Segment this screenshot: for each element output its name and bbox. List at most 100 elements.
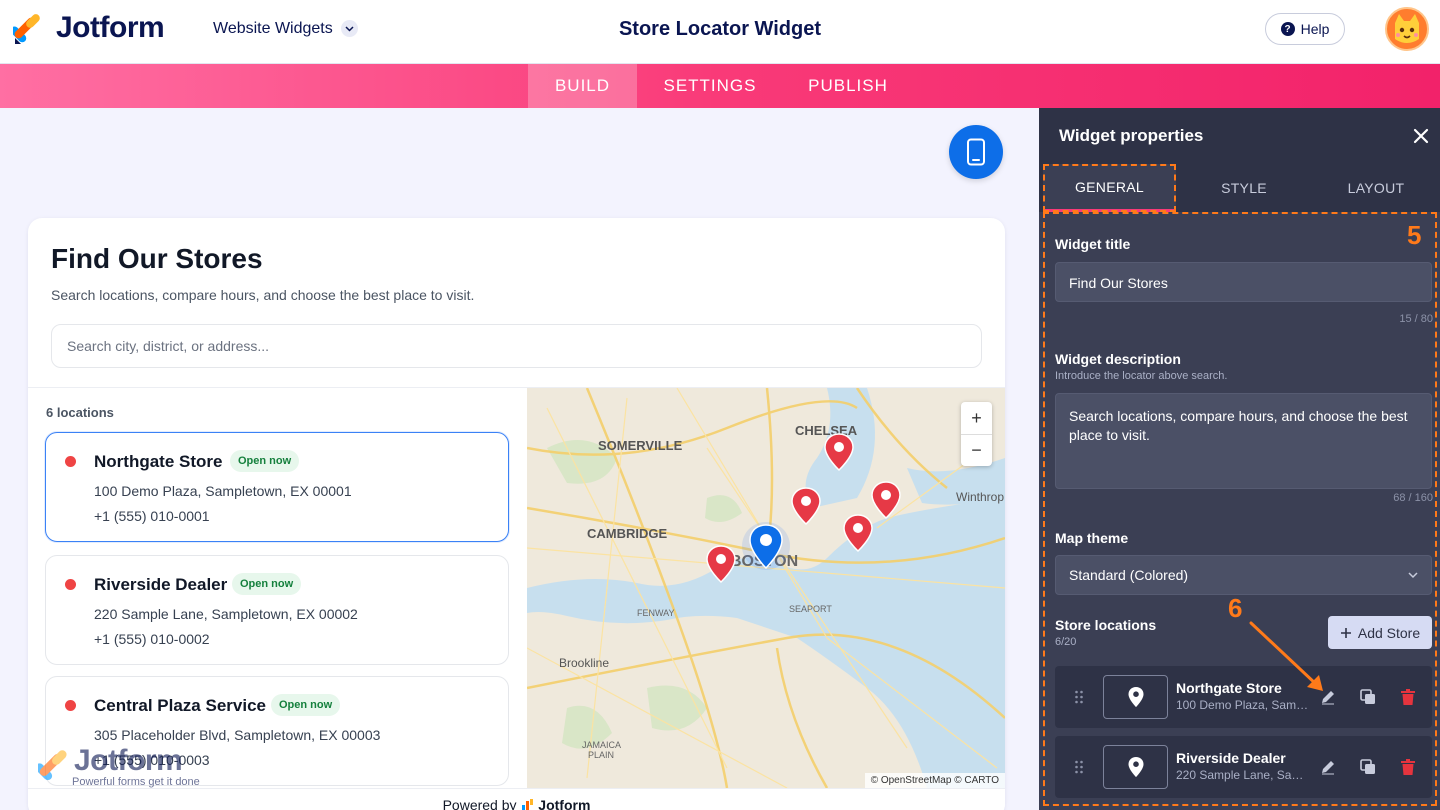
watermark-brand: Jotform bbox=[74, 744, 183, 777]
widget-description: Search locations, compare hours, and cho… bbox=[51, 287, 475, 303]
powered-by[interactable]: Powered by Jotform bbox=[28, 788, 1005, 810]
help-button[interactable]: ? Help bbox=[1265, 13, 1345, 45]
store-address: 100 Demo Plaza, Sampletown, EX 00001 bbox=[94, 483, 352, 499]
locations-count: 6 locations bbox=[46, 405, 114, 420]
widget-properties-panel: Widget properties GENERAL STYLE LAYOUT 5… bbox=[1039, 108, 1440, 810]
step-6-annotation: 6 bbox=[1228, 593, 1243, 623]
add-store-label: Add Store bbox=[1357, 624, 1421, 641]
store-name: Riverside Dealer bbox=[94, 575, 228, 594]
location-row[interactable]: Northgate Store 100 Demo Plaza, Sampleto… bbox=[1055, 666, 1432, 728]
location-name: Riverside Dealer bbox=[1176, 750, 1286, 766]
avatar[interactable] bbox=[1385, 7, 1429, 51]
tab-settings[interactable]: SETTINGS bbox=[651, 64, 769, 108]
help-label: Help bbox=[1300, 21, 1330, 37]
map-theme-value: Standard (Colored) bbox=[1069, 567, 1189, 583]
location-pin-icon bbox=[1128, 757, 1143, 777]
jotform-watermark-icon bbox=[38, 750, 67, 781]
store-locations-count: 6/20 bbox=[1055, 636, 1077, 648]
step-5-annotation: 5 bbox=[1407, 220, 1422, 250]
map-theme-select[interactable]: Standard (Colored) bbox=[1055, 555, 1432, 595]
status-dot bbox=[65, 579, 76, 590]
builder-tabs: BUILD SETTINGS PUBLISH bbox=[0, 64, 1440, 108]
copy-icon bbox=[1360, 689, 1375, 704]
product-switcher[interactable]: Website Widgets bbox=[213, 20, 333, 38]
delete-location-button[interactable] bbox=[1398, 687, 1418, 707]
map-attribution[interactable]: © OpenStreetMap © CARTO bbox=[864, 773, 1005, 788]
tab-publish[interactable]: PUBLISH bbox=[796, 64, 900, 108]
map-label: JAMAICA bbox=[582, 740, 621, 750]
mobile-preview-button[interactable] bbox=[949, 125, 1003, 179]
widget-description-counter: 68 / 160 bbox=[1393, 492, 1433, 504]
question-icon: ? bbox=[1280, 22, 1295, 36]
add-store-button[interactable]: Add Store bbox=[1328, 616, 1432, 649]
top-bar: Jotform Website Widgets Store Locator Wi… bbox=[0, 0, 1440, 64]
map-canvas: SOMERVILLE CHELSEA CAMBRIDGE BOSTON Wint… bbox=[527, 388, 1005, 788]
map-label: CHELSEA bbox=[795, 423, 858, 438]
store-name: Northgate Store bbox=[94, 452, 223, 471]
plus-icon bbox=[1340, 627, 1351, 638]
store-card[interactable]: Riverside Dealer Open now 220 Sample Lan… bbox=[45, 555, 509, 665]
tab-layout[interactable]: LAYOUT bbox=[1312, 164, 1440, 212]
pencil-icon bbox=[1322, 691, 1334, 705]
duplicate-location-button[interactable] bbox=[1358, 757, 1378, 777]
close-icon[interactable] bbox=[1411, 126, 1431, 146]
tab-style[interactable]: STYLE bbox=[1180, 164, 1308, 212]
store-name: Central Plaza Service bbox=[94, 696, 266, 715]
drag-handle-icon[interactable] bbox=[1074, 689, 1084, 705]
edit-location-button[interactable] bbox=[1318, 687, 1338, 707]
status-badge: Open now bbox=[230, 450, 300, 472]
location-address: 100 Demo Plaza, Sampletown, EX 00001 bbox=[1176, 698, 1311, 712]
brand-name[interactable]: Jotform bbox=[56, 11, 165, 45]
phone-icon bbox=[967, 138, 985, 166]
widget-description-hint: Introduce the locator above search. bbox=[1055, 370, 1228, 382]
watermark-tagline: Powerful forms get it done bbox=[72, 776, 200, 788]
panel-title: Widget properties bbox=[1059, 126, 1204, 145]
pencil-icon bbox=[1322, 761, 1334, 775]
widget-title: Find Our Stores bbox=[51, 243, 263, 274]
widget-preview: Find Our Stores Search locations, compar… bbox=[28, 218, 1005, 810]
chevron-down-icon[interactable] bbox=[341, 20, 358, 37]
panel-header: Widget properties bbox=[1039, 108, 1440, 164]
widget-title-label: Widget title bbox=[1055, 236, 1131, 252]
powered-brand: Jotform bbox=[538, 797, 591, 810]
status-dot bbox=[65, 456, 76, 467]
map-label: Brookline bbox=[559, 656, 609, 670]
status-badge: Open now bbox=[232, 573, 302, 595]
copy-icon bbox=[1360, 759, 1375, 774]
store-card[interactable]: Northgate Store Open now 100 Demo Plaza,… bbox=[45, 432, 509, 542]
store-locations-label: Store locations bbox=[1055, 617, 1157, 633]
location-row[interactable]: Riverside Dealer 220 Sample Lane, Sample… bbox=[1055, 736, 1432, 798]
status-badge: Open now bbox=[271, 694, 341, 716]
jotform-watermark: Jotform Powerful forms get it done bbox=[38, 744, 218, 790]
map-zoom-control: + − bbox=[961, 402, 992, 466]
duplicate-location-button[interactable] bbox=[1358, 687, 1378, 707]
map-pin-selected[interactable] bbox=[742, 522, 790, 570]
widget-description-textarea[interactable]: Search locations, compare hours, and cho… bbox=[1055, 393, 1432, 489]
location-thumbnail bbox=[1103, 675, 1168, 719]
location-name: Northgate Store bbox=[1176, 680, 1282, 696]
map-theme-label: Map theme bbox=[1055, 530, 1129, 546]
status-dot bbox=[65, 700, 76, 711]
zoom-out-button[interactable]: − bbox=[961, 434, 992, 466]
map-label: SOMERVILLE bbox=[598, 438, 683, 453]
tab-build[interactable]: BUILD bbox=[528, 64, 637, 108]
zoom-in-button[interactable]: + bbox=[961, 402, 992, 434]
delete-location-button[interactable] bbox=[1398, 757, 1418, 777]
store-map[interactable]: SOMERVILLE CHELSEA CAMBRIDGE BOSTON Wint… bbox=[527, 388, 1005, 788]
store-phone: +1 (555) 010-0001 bbox=[94, 508, 210, 524]
edit-location-button[interactable] bbox=[1318, 757, 1338, 777]
trash-icon bbox=[1401, 689, 1415, 705]
location-address: 220 Sample Lane, Sampletown, EX 00002 bbox=[1176, 768, 1311, 782]
location-search-input[interactable] bbox=[51, 324, 982, 368]
map-label: SEAPORT bbox=[789, 604, 832, 614]
map-label: CAMBRIDGE bbox=[587, 526, 667, 541]
trash-icon bbox=[1401, 759, 1415, 775]
widget-description-label: Widget description bbox=[1055, 351, 1181, 367]
widget-title-input[interactable]: Find Our Stores bbox=[1055, 262, 1432, 302]
drag-handle-icon[interactable] bbox=[1074, 759, 1084, 775]
map-label: FENWAY bbox=[637, 608, 675, 618]
chevron-down-icon bbox=[1408, 572, 1418, 579]
jotform-logo-icon[interactable] bbox=[13, 12, 43, 44]
store-address: 220 Sample Lane, Sampletown, EX 00002 bbox=[94, 606, 358, 622]
highlight-general-tab bbox=[1043, 164, 1176, 212]
